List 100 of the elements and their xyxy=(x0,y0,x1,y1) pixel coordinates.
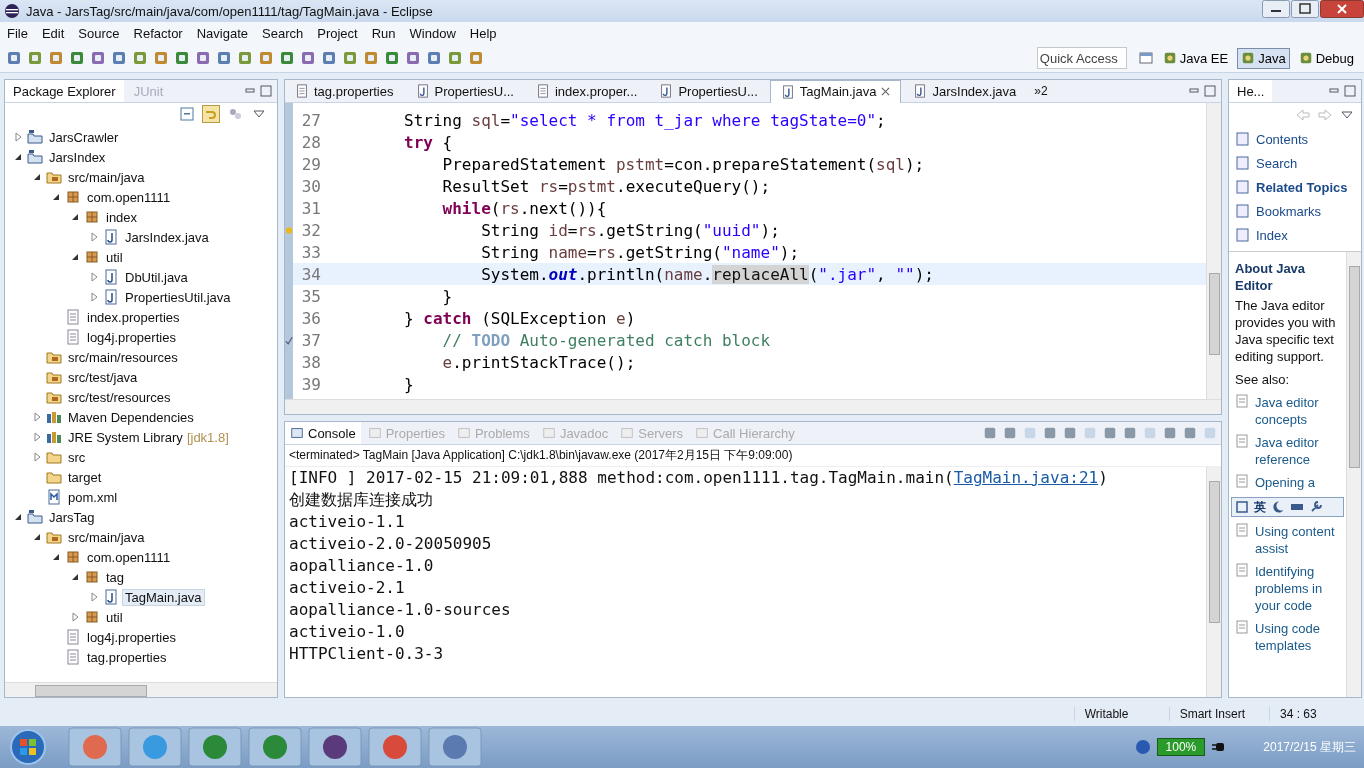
window-icon[interactable] xyxy=(1137,50,1154,66)
help-topic-link[interactable]: Java editor concepts xyxy=(1255,394,1344,428)
link-icon[interactable] xyxy=(203,106,219,122)
tree-item[interactable]: pom.xml xyxy=(66,489,120,505)
tree-item[interactable]: JarsCrawler xyxy=(47,129,121,145)
menu-item[interactable]: Help xyxy=(462,25,504,41)
expanded-arrow-icon[interactable] xyxy=(51,192,61,202)
tree-item[interactable]: JarsTag xyxy=(47,509,97,525)
help-topic-link[interactable]: Using content assist xyxy=(1255,523,1344,557)
help-link[interactable]: Index xyxy=(1256,227,1288,243)
input-language-label[interactable]: 英 xyxy=(1254,498,1266,516)
help-tab[interactable]: He... xyxy=(1229,80,1273,102)
perspective-button[interactable]: Debug xyxy=(1294,47,1358,69)
maximize-icon[interactable] xyxy=(259,84,273,98)
menu-item[interactable]: Project xyxy=(310,25,365,41)
console-tool-icon[interactable] xyxy=(1063,426,1077,440)
forward-arrow-icon[interactable] xyxy=(1317,107,1333,123)
console-tool-icon[interactable] xyxy=(1123,426,1137,440)
collapsed-arrow-icon[interactable] xyxy=(32,412,42,422)
collapsed-arrow-icon[interactable] xyxy=(89,272,99,282)
wrench-icon[interactable] xyxy=(1309,500,1323,514)
taskbar-app-icon[interactable] xyxy=(368,727,422,767)
close-icon[interactable] xyxy=(881,87,891,96)
taskbar-app-icon[interactable] xyxy=(248,727,302,767)
back-arrow-icon[interactable] xyxy=(1295,107,1311,123)
collapsed-arrow-icon[interactable] xyxy=(89,232,99,242)
tree-item[interactable]: util xyxy=(104,249,125,265)
menu-item[interactable]: Run xyxy=(364,25,403,41)
horizontal-scrollbar[interactable] xyxy=(5,682,277,697)
expanded-arrow-icon[interactable] xyxy=(51,552,61,562)
maximize-icon[interactable] xyxy=(1203,84,1217,98)
vertical-scrollbar[interactable] xyxy=(1206,103,1221,399)
editor-tab[interactable]: tag.properties xyxy=(285,80,404,102)
console-tool-icon[interactable] xyxy=(983,426,997,440)
menu-item[interactable]: Navigate xyxy=(189,25,255,41)
vertical-scrollbar[interactable] xyxy=(1346,252,1361,697)
expanded-arrow-icon[interactable] xyxy=(70,252,80,262)
vertical-scrollbar[interactable] xyxy=(1206,467,1221,697)
expanded-arrow-icon[interactable] xyxy=(13,512,23,522)
tree-item[interactable]: src/test/java xyxy=(66,369,140,385)
tree-item[interactable]: util xyxy=(104,609,125,625)
tree-item[interactable]: src/main/resources xyxy=(66,349,180,365)
tree-item[interactable]: DbUtil.java xyxy=(123,269,190,285)
quick-access-field[interactable]: Quick Access xyxy=(1036,47,1127,69)
menu-item[interactable]: Window xyxy=(402,25,463,41)
help-link[interactable]: Related Topics xyxy=(1256,179,1348,195)
tree-item[interactable]: target xyxy=(66,469,104,485)
moon-icon[interactable] xyxy=(1271,500,1285,514)
maximize-button[interactable] xyxy=(1291,0,1319,18)
menu-item[interactable]: Refactor xyxy=(126,25,190,41)
start-button[interactable] xyxy=(8,727,48,767)
taskbar-app-icon[interactable] xyxy=(308,727,362,767)
dots-icon[interactable] xyxy=(227,106,243,122)
collapsed-arrow-icon[interactable] xyxy=(32,432,42,442)
tree-item[interactable]: tag xyxy=(104,569,127,585)
maximize-icon[interactable] xyxy=(1343,84,1357,98)
taskbar-app-icon[interactable] xyxy=(188,727,242,767)
console-tool-icon[interactable] xyxy=(1183,426,1197,440)
collapsed-arrow-icon[interactable] xyxy=(89,592,99,602)
expanded-arrow-icon[interactable] xyxy=(32,172,42,182)
console-tool-icon[interactable] xyxy=(1003,426,1017,440)
view-tab[interactable]: Console xyxy=(285,422,361,444)
expanded-arrow-icon[interactable] xyxy=(32,532,42,542)
tree-item[interactable]: Maven Dependencies xyxy=(66,409,196,425)
collapsed-arrow-icon[interactable] xyxy=(32,452,42,462)
tree-item[interactable]: PropertiesUtil.java xyxy=(123,289,233,305)
tree-item[interactable]: com.open1111 xyxy=(85,549,173,565)
console-tool-icon[interactable] xyxy=(1043,426,1057,440)
help-topic-link[interactable]: Opening a xyxy=(1255,474,1315,491)
help-link[interactable]: Bookmarks xyxy=(1256,203,1322,219)
tree-item[interactable]: TagMain.java xyxy=(123,589,204,605)
perspective-button[interactable]: Java EE xyxy=(1158,47,1233,69)
help-icon[interactable] xyxy=(1134,739,1151,755)
ime-toolbar[interactable]: 英 xyxy=(1231,497,1344,517)
menu-item[interactable]: Source xyxy=(71,25,127,41)
tree-item[interactable]: JRE System Library xyxy=(66,429,185,445)
horizontal-scrollbar[interactable] xyxy=(285,399,1221,414)
collapsed-arrow-icon[interactable] xyxy=(89,292,99,302)
tree-item[interactable]: src/test/resources xyxy=(66,389,173,405)
tree-item[interactable]: src xyxy=(66,449,88,465)
collapse-all-icon[interactable] xyxy=(179,106,195,122)
tree-item[interactable]: log4j.properties xyxy=(85,329,178,345)
tree-item[interactable]: log4j.properties xyxy=(85,629,178,645)
tree-item[interactable]: index xyxy=(104,209,140,225)
editor-tab[interactable]: TagMain.java xyxy=(769,80,902,103)
editor-tab[interactable]: PropertiesU... xyxy=(649,80,768,102)
menu-item[interactable]: File xyxy=(0,25,35,41)
view-tab[interactable]: Package Explorer xyxy=(5,80,124,102)
help-link[interactable]: Contents xyxy=(1256,131,1309,147)
tab-overflow-button[interactable]: »2 xyxy=(1028,84,1054,98)
expanded-arrow-icon[interactable] xyxy=(70,572,80,582)
menu-item[interactable]: Search xyxy=(255,25,311,41)
help-link[interactable]: Search xyxy=(1256,155,1298,171)
tree-item[interactable]: src/main/java xyxy=(66,529,147,545)
tree-item[interactable]: com.open1111 xyxy=(85,189,173,205)
tree-item[interactable]: index.properties xyxy=(85,309,182,325)
console-tool-icon[interactable] xyxy=(1163,426,1177,440)
source-link[interactable]: TagMain.java:21 xyxy=(953,468,1099,487)
perspective-button[interactable]: Java xyxy=(1237,47,1290,69)
tree-item[interactable]: tag.properties xyxy=(85,649,169,665)
